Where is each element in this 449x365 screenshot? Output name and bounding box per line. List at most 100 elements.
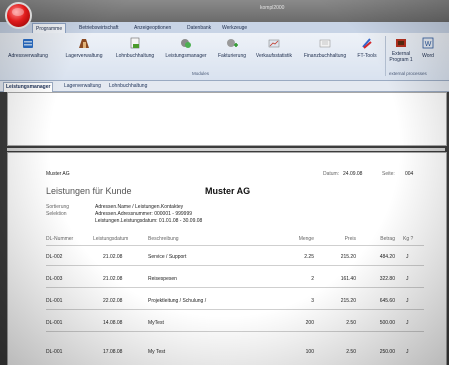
finanzbuchhaltung-button[interactable]: Finanzbuchhaltung xyxy=(300,35,350,65)
cell-nr: DL-002 xyxy=(46,254,63,260)
cell-desc: Projektleitung / Schulung / xyxy=(148,298,207,304)
col-header-nr: DL-Nummer xyxy=(46,236,74,242)
tab-programme[interactable]: Programme xyxy=(32,23,67,33)
cell-flag: J xyxy=(406,276,409,282)
meta-label-sort: Sortierung xyxy=(46,204,70,210)
document-tabs: Leistungsmanager Lagerverwaltung Lohnbuc… xyxy=(0,81,449,92)
cell-date: 22.02.08 xyxy=(103,298,123,304)
cell-amount: 645.60 xyxy=(379,298,395,304)
cell-nr: DL-001 xyxy=(46,320,63,326)
svg-text:W: W xyxy=(425,41,432,48)
cell-desc: Reisespesen xyxy=(148,276,177,282)
group-separator xyxy=(385,36,386,76)
header-rule xyxy=(46,245,424,246)
adressverwaltung-button[interactable]: Adressverwaltung xyxy=(2,35,54,65)
cell-price: 2.50 xyxy=(346,320,356,326)
cell-date: 17.08.08 xyxy=(103,349,123,355)
cell-qty: 100 xyxy=(305,349,314,355)
warehouse-icon xyxy=(79,39,89,48)
cell-price: 215.20 xyxy=(340,254,356,260)
cell-qty: 3 xyxy=(311,298,314,304)
subtab-lagerverwaltung[interactable]: Lagerverwaltung xyxy=(62,82,103,91)
verkaufsstatistik-label: Verkaufsstatistik xyxy=(255,53,293,59)
lohnbuchhaltung-label: Lohnbuchhaltung xyxy=(115,53,155,59)
cell-desc: Service / Support xyxy=(148,254,187,260)
cell-amount: 250.00 xyxy=(379,349,395,355)
cell-flag: J xyxy=(406,298,409,304)
external-program-icon xyxy=(396,39,406,47)
title-bar: kompl2000 xyxy=(0,0,449,22)
col-header-amount: Betrag xyxy=(380,236,395,242)
cell-nr: DL-001 xyxy=(46,298,63,304)
cell-flag: J xyxy=(406,349,409,355)
lagerverwaltung-label: Lagerverwaltung xyxy=(65,53,103,59)
col-header-date: Leistungsdatum xyxy=(93,236,129,242)
ledger-icon xyxy=(319,39,331,48)
tools-icon xyxy=(362,38,372,49)
cell-flag: J xyxy=(406,320,409,326)
leistungsmanager-button[interactable]: Leistungsmanager xyxy=(162,35,210,65)
window-title: kompl2000 xyxy=(260,5,285,11)
group-label-external: external processes xyxy=(389,71,427,76)
application-menu-button[interactable] xyxy=(5,2,32,29)
statistics-icon xyxy=(268,39,280,48)
finanzbuchhaltung-label: Finanzbuchhaltung xyxy=(303,53,347,59)
tab-betriebswirtschaft[interactable]: Betriebswirtschaft xyxy=(76,23,121,33)
cell-qty: 2 xyxy=(311,276,314,282)
cell-desc: MyTest xyxy=(148,320,164,326)
cell-flag: J xyxy=(406,254,409,260)
ribbon: Adressverwaltung Lagerverwaltung Lohnbuc… xyxy=(0,33,449,81)
group-label-modules: Modules xyxy=(192,71,210,76)
cell-desc: My Test xyxy=(148,349,166,355)
subtab-lohnbuchhaltung[interactable]: Lohnbuchhaltung xyxy=(107,82,149,91)
app-window: kompl2000 Programme Betriebswirtschaft A… xyxy=(0,0,449,365)
payroll-icon xyxy=(130,37,140,49)
address-book-icon xyxy=(23,39,33,48)
date-value: 24.09.08 xyxy=(343,171,363,177)
verkaufsstatistik-button[interactable]: Verkaufsstatistik xyxy=(252,35,296,65)
cell-nr: DL-003 xyxy=(46,276,63,282)
cell-qty: 2.25 xyxy=(304,254,314,260)
cell-date: 21.02.08 xyxy=(103,276,123,282)
tab-werkzeuge[interactable]: Werkzeuge xyxy=(219,23,250,33)
cell-price: 215.20 xyxy=(340,298,356,304)
cell-amount: 322.80 xyxy=(379,276,395,282)
word-label: Word xyxy=(422,53,434,59)
blank-pane xyxy=(7,92,447,146)
fakturierung-button[interactable]: Fakturierung xyxy=(214,35,250,65)
date-label: Datum: xyxy=(323,171,340,177)
meta-label-selection: Selektion xyxy=(46,211,67,217)
tab-datenbank[interactable]: Datenbank xyxy=(184,23,214,33)
report-heading-company: Muster AG xyxy=(205,186,251,196)
row-rule xyxy=(46,309,424,310)
ribbon-tabs: Programme Betriebswirtschaft Anzeigeopti… xyxy=(0,22,449,33)
row-rule xyxy=(46,331,424,332)
meta-value-date-range: Leistungen.Leistungsdatum: 01.01.08 - 30… xyxy=(95,218,203,224)
row-rule xyxy=(46,265,424,266)
cell-price: 2.50 xyxy=(346,349,356,355)
cell-amount: 484.20 xyxy=(379,254,395,260)
col-header-qty: Menge xyxy=(298,236,314,242)
col-header-flag: Kg ? xyxy=(403,236,414,242)
invoice-icon xyxy=(227,39,238,47)
tab-anzeigeoptionen[interactable]: Anzeigeoptionen xyxy=(131,23,174,33)
pane-divider[interactable] xyxy=(7,148,445,151)
external-program-button[interactable]: External Program 1 xyxy=(388,35,414,65)
col-header-desc: Beschreibung xyxy=(148,236,179,242)
cell-amount: 500.00 xyxy=(379,320,395,326)
report-heading: Leistungen für Kunde xyxy=(46,186,132,196)
word-icon: W xyxy=(422,37,434,49)
cell-date: 21.02.08 xyxy=(103,254,123,260)
lagerverwaltung-button[interactable]: Lagerverwaltung xyxy=(60,35,108,65)
word-button[interactable]: W Word xyxy=(418,35,438,65)
ft-tools-button[interactable]: FT-Tools xyxy=(353,35,381,65)
meta-value-sort: Adressen.Name / Leistungen.Kontaktey xyxy=(95,204,184,210)
services-icon xyxy=(181,39,191,48)
cell-date: 14.08.08 xyxy=(103,320,123,326)
orb-highlight xyxy=(12,8,24,16)
external-program-label-2: Program 1 xyxy=(389,57,413,63)
subtab-leistungsmanager[interactable]: Leistungsmanager xyxy=(3,82,54,92)
lohnbuchhaltung-button[interactable]: Lohnbuchhaltung xyxy=(112,35,158,65)
page-value: 004 xyxy=(405,171,414,177)
cell-price: 161.40 xyxy=(340,276,356,282)
